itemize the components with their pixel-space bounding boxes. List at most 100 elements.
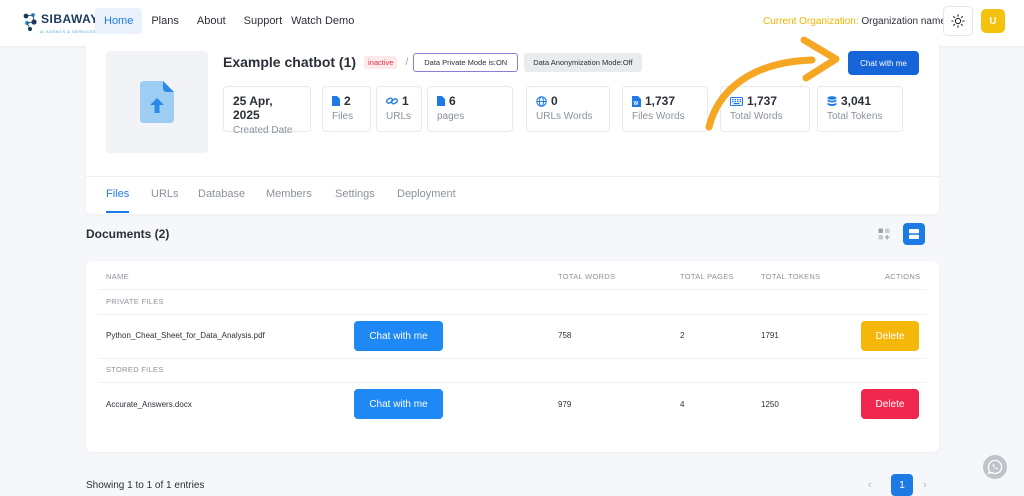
stat-urls: 1 URLs — [376, 86, 422, 132]
file-total-words: 758 — [558, 331, 572, 340]
nav-about[interactable]: About — [188, 8, 235, 34]
word-file-icon: W — [632, 95, 641, 107]
brand-logo[interactable]: SIBAWAY AI AGENTS & SERVICES — [22, 10, 99, 34]
stat-label: URLs — [386, 111, 412, 122]
column-header-actions: ACTIONS — [885, 272, 921, 281]
tab-deployment[interactable]: Deployment — [397, 188, 456, 200]
row-divider — [98, 314, 927, 315]
private-mode-badge[interactable]: Data Private Mode is:ON — [413, 52, 519, 72]
separator: / — [405, 56, 409, 68]
sun-icon — [951, 14, 965, 28]
chat-with-file-button[interactable]: Chat with me — [354, 321, 443, 351]
pagination-next-button[interactable]: › — [923, 479, 927, 491]
stat-files-words: W 1,737 Files Words — [622, 86, 708, 132]
keyboard-icon — [730, 96, 743, 106]
tab-files[interactable]: Files — [106, 188, 129, 200]
chat-with-me-button[interactable]: Chat with me — [848, 51, 919, 75]
user-avatar[interactable]: U — [981, 9, 1005, 33]
chatbot-tabs: Files URLs Database Members Settings Dep… — [86, 176, 939, 214]
status-badge: inactive — [364, 55, 398, 69]
file-icon — [437, 96, 445, 106]
file-total-pages: 2 — [680, 331, 685, 340]
theme-toggle-button[interactable] — [943, 6, 973, 36]
delete-file-button[interactable]: Delete — [861, 389, 919, 419]
stat-total-tokens: 3,041 Total Tokens — [817, 86, 903, 132]
pagination-page-1[interactable]: 1 — [891, 474, 913, 496]
active-tab-indicator — [106, 211, 129, 213]
chatbot-title: Example chatbot (1) — [223, 54, 357, 70]
nav-support[interactable]: Support — [235, 8, 292, 34]
list-view-icon — [909, 229, 919, 239]
stat-value: 6 — [449, 94, 456, 108]
top-navbar: SIBAWAY AI AGENTS & SERVICES Home Plans … — [0, 0, 1024, 46]
svg-text:W: W — [634, 101, 639, 107]
anonymization-mode-badge[interactable]: Data Anonymization Mode:Off — [524, 52, 642, 72]
stat-label: Files Words — [632, 111, 685, 122]
row-divider — [98, 382, 927, 383]
stat-label: Created Date — [233, 125, 293, 136]
stored-files-label: STORED FILES — [106, 365, 164, 374]
brand-name: SIBAWAY — [41, 12, 99, 26]
stat-label: pages — [437, 111, 465, 122]
stat-urls-words: 0 URLs Words — [526, 86, 610, 132]
column-header-name[interactable]: NAME — [106, 272, 129, 281]
stat-created-date: 25 Apr, 2025 Created Date — [223, 86, 311, 136]
private-files-label: PRIVATE FILES — [106, 297, 164, 306]
stat-value: 3,041 — [841, 94, 872, 108]
stat-value: 0 — [551, 94, 558, 108]
documents-title: Documents (2) — [86, 227, 170, 241]
globe-icon — [536, 95, 547, 107]
tab-database[interactable]: Database — [198, 188, 245, 200]
column-header-total-pages[interactable]: TOTAL PAGES — [680, 272, 734, 281]
row-divider — [98, 289, 927, 290]
column-header-total-tokens[interactable]: TOTAL TOKENS — [761, 272, 820, 281]
file-total-tokens: 1791 — [761, 331, 779, 340]
list-view-button[interactable] — [903, 223, 925, 245]
org-label: Current Organization: — [763, 16, 859, 27]
database-icon — [827, 95, 837, 106]
stat-value: 25 Apr, 2025 — [233, 94, 273, 122]
stat-label: Files — [332, 111, 354, 122]
documents-table: NAME TOTAL WORDS TOTAL PAGES TOTAL TOKEN… — [86, 261, 939, 452]
grid-view-icon — [878, 228, 890, 240]
pagination-prev-button[interactable]: ‹ — [868, 479, 872, 491]
chatbot-summary-card: Example chatbot (1) inactive / Data Priv… — [86, 46, 939, 214]
file-total-words: 979 — [558, 400, 572, 409]
stat-pages: 6 pages — [427, 86, 513, 132]
stat-total-words: 1,737 Total Words — [720, 86, 810, 132]
pagination-summary: Showing 1 to 1 of 1 entries — [86, 480, 205, 491]
logo-mark-icon — [23, 13, 37, 31]
tab-urls[interactable]: URLs — [151, 188, 179, 200]
whatsapp-chat-button[interactable] — [983, 455, 1007, 479]
tab-settings[interactable]: Settings — [335, 188, 375, 200]
nav-plans[interactable]: Plans — [142, 8, 188, 34]
chatbot-thumbnail[interactable] — [106, 51, 208, 153]
brand-tagline: AI AGENTS & SERVICES — [40, 29, 97, 34]
stat-value: 1,737 — [645, 94, 676, 108]
stat-value: 1,737 — [747, 94, 778, 108]
file-total-tokens: 1250 — [761, 400, 779, 409]
grid-view-button[interactable] — [873, 223, 895, 245]
file-total-pages: 4 — [680, 400, 685, 409]
org-value: Organization name — [861, 16, 946, 27]
chatbot-title-row: Example chatbot (1) inactive / Data Priv… — [223, 52, 642, 72]
nav-home[interactable]: Home — [95, 8, 143, 34]
row-divider — [98, 358, 927, 359]
stat-value: 2 — [344, 94, 351, 108]
tab-members[interactable]: Members — [266, 188, 312, 200]
column-header-total-words[interactable]: TOTAL WORDS — [558, 272, 615, 281]
stat-files: 2 Files — [322, 86, 371, 132]
chat-with-file-button[interactable]: Chat with me — [354, 389, 443, 419]
stat-label: URLs Words — [536, 111, 593, 122]
link-icon — [386, 97, 398, 105]
stat-label: Total Words — [730, 111, 783, 122]
file-upload-icon — [140, 81, 174, 123]
delete-file-button[interactable]: Delete — [861, 321, 919, 351]
stat-label: Total Tokens — [827, 111, 883, 122]
file-name: Python_Cheat_Sheet_for_Data_Analysis.pdf — [106, 331, 265, 340]
nav-watch-demo[interactable]: Watch Demo — [291, 8, 363, 34]
stat-value: 1 — [402, 94, 409, 108]
whatsapp-icon — [987, 459, 1003, 475]
current-organization[interactable]: Current Organization: Organization name — [763, 16, 946, 27]
file-name: Accurate_Answers.docx — [106, 400, 192, 409]
